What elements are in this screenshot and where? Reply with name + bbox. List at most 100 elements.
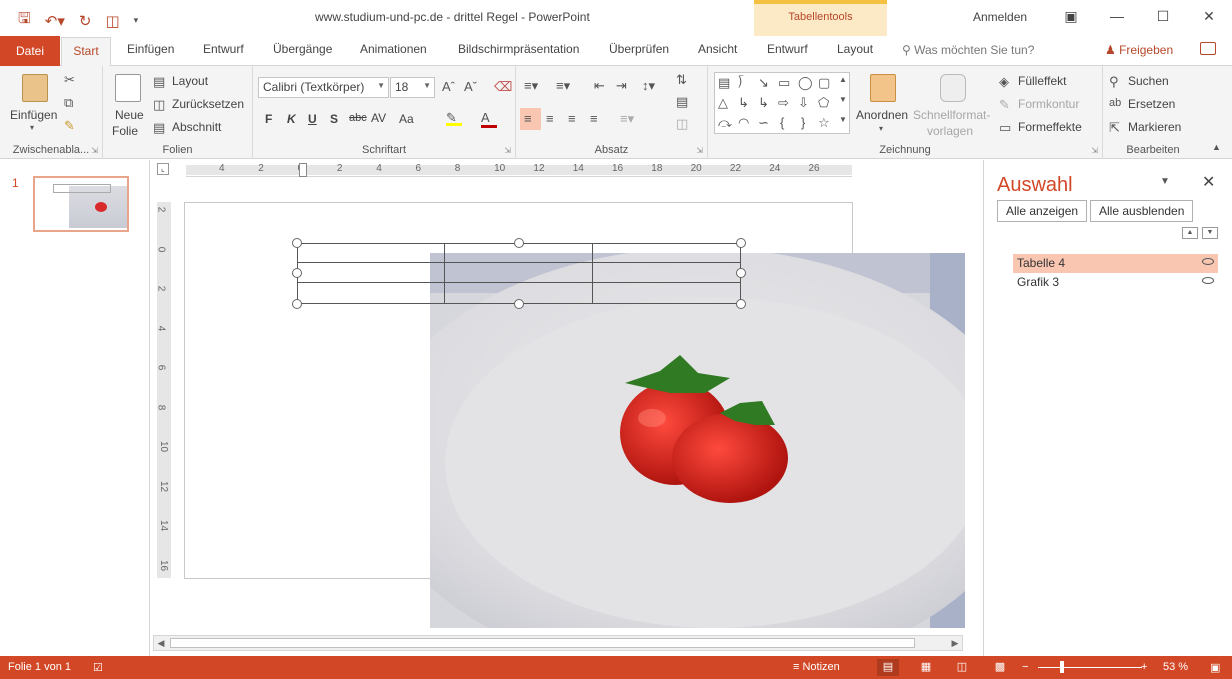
shape-effects-button[interactable]: Formeffekte xyxy=(1018,120,1082,134)
bullets-icon[interactable]: ≡▾ xyxy=(524,78,538,94)
line-shape-icon[interactable]: ⟌ xyxy=(738,75,743,91)
zoom-in-icon[interactable]: + xyxy=(1141,661,1147,673)
resize-handle[interactable] xyxy=(736,238,746,248)
tell-me-search[interactable]: ⚲ Was möchten Sie tun? xyxy=(902,43,1034,57)
redo-icon[interactable]: ↻ xyxy=(79,12,92,30)
tab-start[interactable]: Start xyxy=(61,37,111,67)
strawberry-photo[interactable] xyxy=(430,253,965,628)
replace-button[interactable]: Ersetzen xyxy=(1128,97,1175,111)
arrow-line-shape-icon[interactable]: ↘ xyxy=(758,75,769,91)
zoom-slider-thumb[interactable] xyxy=(1060,661,1064,673)
right-arrow-shape-icon[interactable]: ⇨ xyxy=(778,95,789,111)
shape-outline-button[interactable]: Formkontur xyxy=(1018,97,1079,111)
change-case-button[interactable]: Aa xyxy=(399,112,414,126)
resize-handle[interactable] xyxy=(292,238,302,248)
increase-indent-icon[interactable]: ⇥ xyxy=(616,78,627,94)
resize-handle[interactable] xyxy=(292,299,302,309)
tab-slideshow[interactable]: Bildschirmpräsentation xyxy=(458,42,579,56)
scroll-right-icon[interactable]: ▶ xyxy=(948,636,962,650)
selection-item[interactable]: Tabelle 4 xyxy=(1013,254,1218,273)
pane-options-icon[interactable]: ▼ xyxy=(1160,176,1170,187)
shape-fill-button[interactable]: Fülleffekt xyxy=(1018,74,1066,88)
close-pane-icon[interactable]: ✕ xyxy=(1202,172,1215,192)
arc-shape-icon[interactable]: ◠ xyxy=(738,115,749,131)
slide-sorter-icon[interactable]: ▦ xyxy=(915,659,937,676)
scroll-left-icon[interactable]: ◀ xyxy=(154,636,168,650)
gallery-down-icon[interactable]: ▼ xyxy=(839,95,847,104)
resize-handle[interactable] xyxy=(736,268,746,278)
quick-styles-label-1[interactable]: Schnellformat- xyxy=(913,108,990,122)
selection-item[interactable]: Grafik 3 xyxy=(1013,273,1218,292)
align-center-icon[interactable]: ≡ xyxy=(546,111,554,126)
slide-thumbnail[interactable] xyxy=(33,176,129,232)
indent-marker[interactable] xyxy=(299,163,307,177)
paste-dropdown-icon[interactable]: ▾ xyxy=(30,123,34,132)
visibility-eye-icon[interactable] xyxy=(1202,258,1214,265)
textbox-shape-icon[interactable]: ▤ xyxy=(718,75,730,91)
line-spacing-icon[interactable]: ↕▾ xyxy=(642,78,655,94)
section-button[interactable]: Abschnitt xyxy=(172,120,221,134)
tab-file[interactable]: Datei xyxy=(0,36,60,66)
shapes-gallery[interactable]: ▤ ⟌ ↘ ▭ ◯ ▢ △ ↳ ↳ ⇨ ⇩ ⬠ ⤼ ◠ ∽ { } ☆ ▲ ▼ … xyxy=(714,72,850,134)
resize-handle[interactable] xyxy=(514,299,524,309)
italic-button[interactable]: K xyxy=(287,112,296,126)
new-slide-label-1[interactable]: Neue xyxy=(115,108,144,122)
left-brace-shape-icon[interactable]: { xyxy=(780,115,784,130)
minimize-icon[interactable]: — xyxy=(1094,0,1140,32)
clear-formatting-icon[interactable]: ⌫ xyxy=(494,79,512,95)
cut-icon[interactable]: ✂ xyxy=(64,72,75,88)
gallery-up-icon[interactable]: ▲ xyxy=(839,75,847,84)
down-arrow-shape-icon[interactable]: ⇩ xyxy=(798,95,809,111)
horizontal-ruler[interactable]: 4202468101214161820222426 xyxy=(186,163,852,177)
tab-design[interactable]: Entwurf xyxy=(203,42,244,56)
smartart-icon[interactable]: ◫ xyxy=(676,116,688,132)
char-spacing-button[interactable]: AV xyxy=(371,111,386,125)
maximize-icon[interactable]: ☐ xyxy=(1140,0,1186,32)
fit-slide-icon[interactable]: ▣ xyxy=(1210,661,1220,674)
shadow-button[interactable]: S xyxy=(330,112,338,126)
slideshow-view-icon[interactable]: ▩ xyxy=(989,659,1011,676)
dialog-launcher-icon[interactable]: ⇲ xyxy=(1091,146,1098,155)
resize-handle[interactable] xyxy=(514,238,524,248)
tab-insert[interactable]: Einfügen xyxy=(127,42,174,56)
dialog-launcher-icon[interactable]: ⇲ xyxy=(696,146,703,155)
gallery-more-icon[interactable]: ▼ xyxy=(839,115,847,124)
highlight-icon[interactable]: ✎ xyxy=(446,110,462,126)
text-direction-icon[interactable]: ⇅ xyxy=(676,72,687,88)
numbering-icon[interactable]: ≡▾ xyxy=(556,78,570,94)
pentagon-shape-icon[interactable]: ⬠ xyxy=(818,95,829,111)
send-backward-icon[interactable]: ▼ xyxy=(1202,227,1218,239)
elbow-arrow-icon[interactable]: ↳ xyxy=(758,95,769,111)
horizontal-scrollbar[interactable]: ◀ ▶ xyxy=(153,635,963,651)
columns-icon[interactable]: ≡▾ xyxy=(620,111,634,127)
arrange-icon[interactable] xyxy=(870,74,896,102)
collapse-ribbon-icon[interactable]: ▲ xyxy=(1212,142,1221,152)
align-text-icon[interactable]: ▤ xyxy=(676,94,688,110)
select-button[interactable]: Markieren xyxy=(1128,120,1181,134)
quick-styles-label-2[interactable]: vorlagen xyxy=(927,124,973,138)
format-painter-icon[interactable]: ✎ xyxy=(64,118,75,134)
paste-icon[interactable] xyxy=(22,74,48,102)
dialog-launcher-icon[interactable]: ⇲ xyxy=(504,146,511,155)
underline-button[interactable]: U xyxy=(308,112,317,126)
paste-button[interactable]: Einfügen xyxy=(10,108,57,122)
selected-table[interactable] xyxy=(297,243,741,304)
comment-icon[interactable] xyxy=(1200,42,1216,55)
zoom-out-icon[interactable]: − xyxy=(1022,661,1028,673)
dialog-launcher-icon[interactable]: ⇲ xyxy=(91,146,98,155)
font-size-combo[interactable]: 18 ▼ xyxy=(390,77,435,98)
layout-button[interactable]: Layout xyxy=(172,74,208,88)
new-slide-icon[interactable] xyxy=(115,74,141,102)
show-all-button[interactable]: Alle anzeigen xyxy=(997,200,1088,222)
resize-handle[interactable] xyxy=(736,299,746,309)
rounded-rect-shape-icon[interactable]: ▢ xyxy=(818,75,830,91)
zoom-slider[interactable] xyxy=(1038,667,1142,668)
grow-font-icon[interactable]: Aˆ xyxy=(442,79,455,94)
notes-button[interactable]: ≡ Notizen xyxy=(793,661,840,673)
scrollbar-thumb[interactable] xyxy=(170,638,915,648)
hide-all-button[interactable]: Alle ausblenden xyxy=(1090,200,1194,222)
tab-review[interactable]: Überprüfen xyxy=(609,42,669,56)
customize-qat-icon[interactable]: ▾ xyxy=(134,15,139,26)
find-button[interactable]: Suchen xyxy=(1128,74,1169,88)
font-family-combo[interactable]: Calibri (Textkörper) ▼ xyxy=(258,77,389,98)
